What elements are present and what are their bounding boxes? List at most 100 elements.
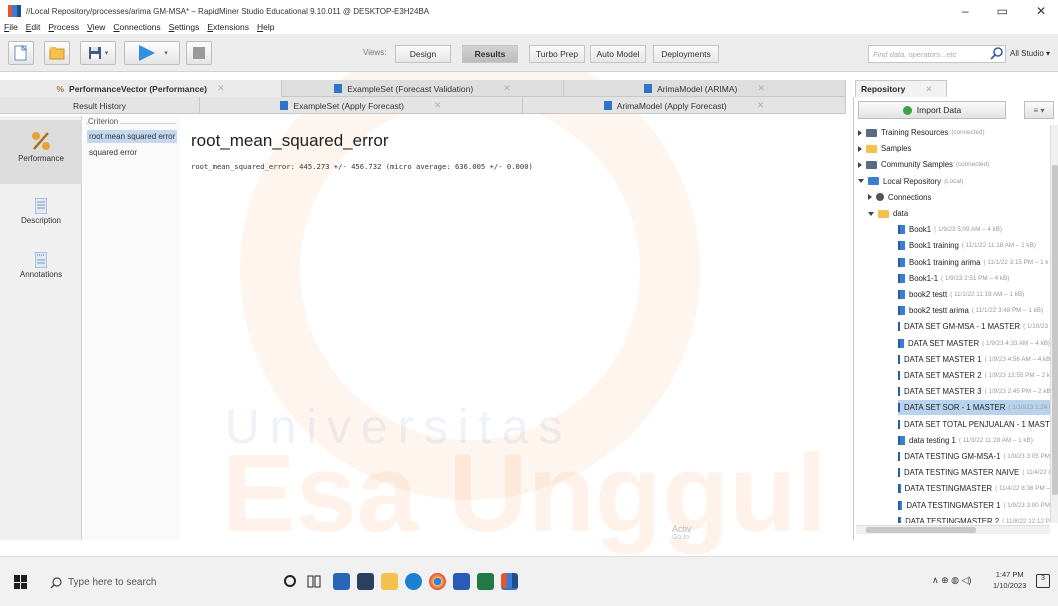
- repository-tree-item[interactable]: Book1( 1/9/23 5:09 AM – 4 kB): [898, 222, 1050, 237]
- repository-tree-item[interactable]: Book1 training arima( 11/1/22 3:15 PM – …: [898, 255, 1050, 270]
- sidebar-item-annotations[interactable]: Annotations: [0, 246, 82, 296]
- repository-tree-item[interactable]: DATA SET GM-MSA - 1 MASTER( 1/10/23 1: [898, 319, 1050, 334]
- expand-right-arrow-icon[interactable]: [858, 161, 862, 168]
- close-button[interactable]: ✕: [1036, 4, 1046, 18]
- search-icon[interactable]: [990, 46, 1004, 60]
- repository-tree-item[interactable]: DATA SET MASTER 3( 1/9/23 2:45 PM – 2 kB: [898, 384, 1050, 399]
- repository-tree-item[interactable]: Training Resources (connected): [858, 125, 1050, 140]
- close-tab-icon[interactable]: ✕: [217, 83, 225, 94]
- menu-view[interactable]: View: [87, 22, 105, 32]
- repository-tree-item[interactable]: DATA SET SOR - 1 MASTER( 1/10/23 1:24 P: [898, 400, 1050, 416]
- repository-tree-item[interactable]: DATA TESTINGMASTER 1( 1/9/23 3:00 PM: [898, 498, 1050, 513]
- menu-connections[interactable]: Connections: [113, 22, 160, 32]
- menu-help[interactable]: Help: [257, 22, 274, 32]
- expand-right-arrow-icon[interactable]: [868, 194, 872, 201]
- menu-process[interactable]: Process: [48, 22, 79, 32]
- taskbar-search-box[interactable]: Type here to search: [38, 567, 262, 597]
- repository-tree-item[interactable]: Connections: [868, 190, 1050, 205]
- menu-file[interactable]: File: [4, 22, 18, 32]
- repository-tab-label: Repository: [861, 84, 906, 94]
- repository-menu-button[interactable]: ≡ ▾: [1024, 101, 1054, 119]
- import-data-button[interactable]: Import Data: [858, 101, 1006, 119]
- repository-tree-item[interactable]: book2 testt arima( 11/1/22 3:48 PM – 1 k…: [898, 303, 1050, 318]
- menu-edit[interactable]: Edit: [26, 22, 41, 32]
- tab-result-history[interactable]: Result History: [0, 97, 200, 114]
- tab-arima-model[interactable]: ArimaModel (ARIMA) ✕: [564, 80, 846, 97]
- menu-settings[interactable]: Settings: [169, 22, 200, 32]
- view-tab-auto-model[interactable]: Auto Model: [590, 45, 646, 63]
- scrollbar-thumb[interactable]: [866, 527, 976, 533]
- repository-tree-item[interactable]: book2 testt( 11/1/22 11:18 AM – 1 kB): [898, 287, 1050, 302]
- save-button[interactable]: ▾: [80, 41, 116, 65]
- open-process-button[interactable]: [44, 41, 70, 65]
- windows-start-button[interactable]: [14, 575, 28, 589]
- notification-center-icon[interactable]: 3: [1036, 574, 1050, 588]
- tab-performance-vector[interactable]: % PerformanceVector (Performance) ✕: [0, 80, 282, 97]
- rapidminer-taskbar-icon[interactable]: [501, 573, 518, 590]
- run-process-button[interactable]: ▾: [124, 41, 180, 65]
- expand-right-arrow-icon[interactable]: [858, 129, 862, 136]
- taskbar-calculator-icon[interactable]: [357, 573, 374, 590]
- dataset-icon: [898, 338, 905, 348]
- repository-vertical-scrollbar[interactable]: [1050, 125, 1058, 523]
- run-dropdown-arrow-icon[interactable]: ▾: [164, 49, 168, 57]
- view-tab-results[interactable]: Results: [462, 45, 518, 63]
- taskbar-app-store-icon[interactable]: [333, 573, 350, 590]
- close-tab-icon[interactable]: ✕: [757, 100, 765, 111]
- view-tab-design[interactable]: Design: [395, 45, 451, 63]
- minimize-button[interactable]: –: [962, 4, 969, 18]
- repository-tree-item[interactable]: Book1-1( 1/9/23 2:51 PM – 4 kB): [898, 271, 1050, 286]
- repository-tree-item[interactable]: DATA SET MASTER( 1/9/23 4:33 AM – 4 kB): [898, 336, 1050, 351]
- menu-extensions[interactable]: Extensions: [207, 22, 249, 32]
- repository-tree-item[interactable]: Local Repository (Local): [858, 174, 1050, 189]
- stop-process-button[interactable]: [186, 41, 212, 65]
- file-explorer-icon[interactable]: [381, 573, 398, 590]
- repository-tree-item[interactable]: DATA TESTING MASTER NAIVE( 11/4/22 8:: [898, 465, 1050, 480]
- maximize-button[interactable]: ▭: [997, 4, 1008, 18]
- close-tab-icon[interactable]: ✕: [434, 100, 442, 111]
- repository-tab[interactable]: Repository ✕: [855, 80, 947, 97]
- global-search-input[interactable]: Find data, operators...etc: [868, 45, 1006, 63]
- repository-tree-item[interactable]: DATA SET TOTAL PENJUALAN - 1 MASTE: [898, 417, 1050, 432]
- chrome-browser-icon[interactable]: [429, 573, 446, 590]
- system-tray-icons[interactable]: ∧ ⊕ ◍ ◁): [932, 575, 971, 586]
- repository-tree-item[interactable]: data testing 1( 11/3/22 11:28 AM – 1 kB): [898, 433, 1050, 448]
- repository-tree-item[interactable]: Book1 training( 11/1/22 11:18 AM – 1 kB): [898, 238, 1050, 253]
- repository-horizontal-scrollbar[interactable]: [856, 525, 1050, 534]
- tab-exampleset-apply-forecast[interactable]: ExampleSet (Apply Forecast) ✕: [200, 97, 523, 114]
- cortana-icon[interactable]: [282, 573, 299, 590]
- word-icon[interactable]: [453, 573, 470, 590]
- close-tab-icon[interactable]: ✕: [757, 83, 765, 94]
- repository-tree-item[interactable]: data: [868, 206, 1050, 221]
- save-dropdown-arrow-icon[interactable]: ▾: [105, 49, 109, 57]
- repository-tree-item[interactable]: DATA SET MASTER 1( 1/9/23 4:56 AM – 4 kB: [898, 352, 1050, 367]
- taskbar-clock[interactable]: 1:47 PM 1/10/2023: [993, 569, 1026, 591]
- expand-right-arrow-icon[interactable]: [858, 145, 862, 152]
- tree-item-label: Book1 training: [909, 241, 959, 251]
- sidebar-item-performance[interactable]: Performance: [0, 120, 82, 184]
- notes-icon: [34, 251, 48, 269]
- excel-icon[interactable]: [477, 573, 494, 590]
- criterion-item-rmse[interactable]: root mean squared error: [87, 130, 177, 143]
- view-tab-turbo-prep[interactable]: Turbo Prep: [529, 45, 585, 63]
- scrollbar-thumb[interactable]: [1052, 165, 1058, 495]
- tab-arima-model-apply-forecast[interactable]: ArimaModel (Apply Forecast) ✕: [523, 97, 846, 114]
- repository-tree-item[interactable]: DATA TESTINGMASTER( 11/4/22 8:36 PM –: [898, 481, 1050, 496]
- task-view-icon[interactable]: [306, 573, 323, 590]
- repository-tree-item[interactable]: DATA TESTINGMASTER 2( 11/8/22 12:12 P: [898, 514, 1050, 523]
- repository-tree-item[interactable]: DATA TESTING GM-MSA-1( 1/9/23 3:05 PM: [898, 449, 1050, 464]
- repository-tree-item[interactable]: Community Samples (connected): [858, 157, 1050, 172]
- view-tab-deployments[interactable]: Deployments: [653, 45, 719, 63]
- expand-down-arrow-icon[interactable]: [868, 211, 874, 216]
- close-tab-icon[interactable]: ✕: [503, 83, 511, 94]
- expand-down-arrow-icon[interactable]: [858, 179, 864, 184]
- repository-tree-item[interactable]: Samples: [858, 141, 1050, 156]
- close-tab-icon[interactable]: ✕: [925, 84, 932, 95]
- new-process-button[interactable]: [8, 41, 34, 65]
- edge-browser-icon[interactable]: [405, 573, 422, 590]
- sidebar-item-description[interactable]: Description: [0, 192, 82, 242]
- search-scope-dropdown[interactable]: All Studio ▾: [1010, 49, 1050, 58]
- repository-tree-item[interactable]: DATA SET MASTER 2( 1/9/23 12:55 PM – 2 k: [898, 368, 1050, 383]
- criterion-item-squared-error[interactable]: squared error: [87, 146, 177, 159]
- tab-exampleset-forecast-validation[interactable]: ExampleSet (Forecast Validation) ✕: [282, 80, 564, 97]
